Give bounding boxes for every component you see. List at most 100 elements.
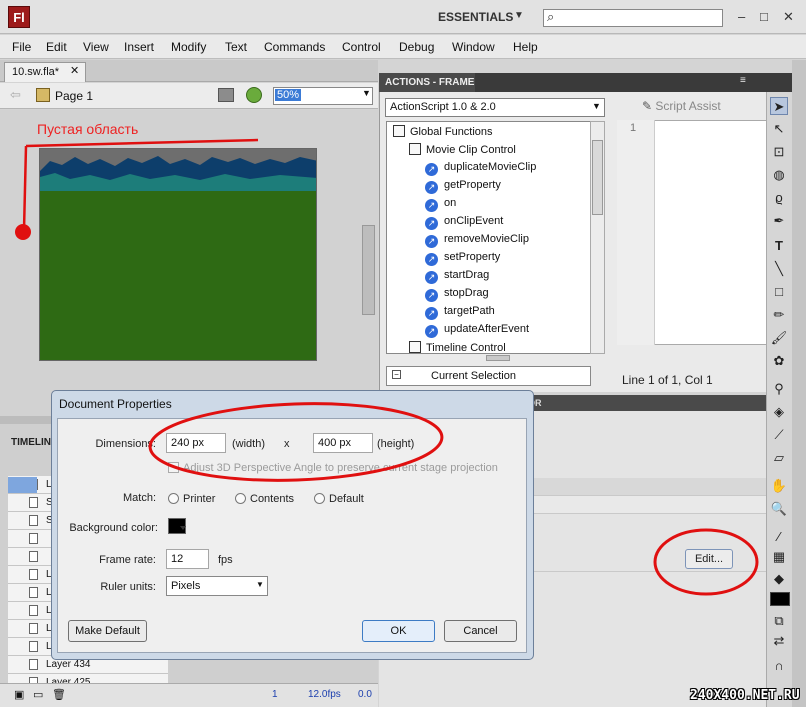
brush-tool-icon[interactable]: 🖌 xyxy=(770,329,788,347)
script-assist-toggle[interactable]: ✎ Script Assist xyxy=(642,99,721,113)
menu-bar: File Edit View Insert Modify Text Comman… xyxy=(0,35,806,59)
chevron-down-icon[interactable]: ▼ xyxy=(592,101,601,111)
back-arrow-icon[interactable]: ⇦ xyxy=(10,87,21,103)
width-input[interactable]: 240 px xyxy=(166,433,226,453)
selection-tool-icon[interactable]: ➤ xyxy=(770,97,788,115)
maximize-button[interactable]: □ xyxy=(760,9,768,24)
tree-item-current-selection[interactable]: − Current Selection xyxy=(386,366,591,386)
tree-item-function[interactable]: ↗ setProperty xyxy=(425,251,500,266)
deco-tool-icon[interactable]: ✿ xyxy=(770,352,788,370)
default-colors-icon[interactable]: ⇄ xyxy=(770,632,788,650)
actionscript-version-select[interactable]: ActionScript 1.0 & 2.0 xyxy=(385,98,605,117)
chevron-down-icon[interactable] xyxy=(180,526,186,530)
bone-tool-icon[interactable]: ⚲ xyxy=(770,380,788,398)
splitter-handle[interactable] xyxy=(486,355,510,361)
menu-modify[interactable]: Modify xyxy=(171,40,206,54)
function-icon: ↗ xyxy=(425,307,438,320)
tree-item-function[interactable]: ↗ startDrag xyxy=(425,269,489,284)
panel-menu-icon[interactable]: ≡ xyxy=(740,75,746,86)
fill-swatch[interactable] xyxy=(770,592,790,606)
edit-scene-icon[interactable] xyxy=(218,88,234,102)
stroke-color-icon[interactable]: ∕ xyxy=(770,528,788,546)
tree-item-movie-clip-control[interactable]: Movie Clip Control xyxy=(409,143,516,156)
zoom-tool-icon[interactable]: 🔍 xyxy=(770,500,788,518)
book-icon xyxy=(409,341,421,353)
pen-tool-icon[interactable]: ✒ xyxy=(770,212,788,230)
subselection-tool-icon[interactable]: ↖ xyxy=(770,120,788,138)
tree-item-function[interactable]: ↗ on xyxy=(425,197,456,212)
frame-rate-input[interactable]: 12 xyxy=(166,549,209,569)
3d-rotation-tool-icon[interactable]: ◍ xyxy=(770,166,788,184)
background-color-label: Background color: xyxy=(69,522,158,534)
search-input[interactable]: ⌕ xyxy=(543,9,723,27)
collapse-icon[interactable]: − xyxy=(392,370,401,379)
frame-rate-label: Frame rate: xyxy=(99,554,156,566)
stroke-swatch-icon[interactable]: ▦ xyxy=(770,548,788,566)
edit-symbols-icon[interactable] xyxy=(246,87,262,103)
edit-document-properties-button[interactable]: Edit... xyxy=(685,549,733,569)
dialog-content xyxy=(57,418,527,653)
eyedropper-tool-icon[interactable]: ⟋ xyxy=(770,426,788,444)
cancel-button[interactable]: Cancel xyxy=(444,620,517,642)
tree-item-function[interactable]: ↗ updateAfterEvent xyxy=(425,323,529,338)
chevron-down-icon[interactable]: ▼ xyxy=(256,580,264,589)
dialog-title: Document Properties xyxy=(59,397,172,411)
stage-scrollbar[interactable] xyxy=(362,225,375,315)
minimize-button[interactable]: – xyxy=(738,9,745,24)
eraser-tool-icon[interactable]: ▱ xyxy=(770,449,788,467)
ok-button[interactable]: OK xyxy=(362,620,435,642)
rectangle-tool-icon[interactable]: □ xyxy=(770,283,788,301)
frame-rate-readout[interactable]: 12.0fps xyxy=(308,689,341,700)
tree-scrollbar-thumb[interactable] xyxy=(592,140,603,215)
hand-tool-icon[interactable]: ✋ xyxy=(770,477,788,495)
match-contents-radio[interactable] xyxy=(235,493,246,504)
menu-window[interactable]: Window xyxy=(452,40,495,54)
tree-item-function[interactable]: ↗ stopDrag xyxy=(425,287,489,302)
actions-panel-tab[interactable]: ACTIONS - FRAME xyxy=(379,73,475,92)
menu-control[interactable]: Control xyxy=(342,40,381,54)
menu-text[interactable]: Text xyxy=(225,40,247,54)
book-icon xyxy=(393,125,405,137)
tree-item-global-functions[interactable]: Global Functions xyxy=(393,125,493,138)
make-default-button[interactable]: Make Default xyxy=(68,620,147,642)
match-printer-radio[interactable] xyxy=(168,493,179,504)
text-tool-icon[interactable]: T xyxy=(770,237,788,255)
match-default-radio[interactable] xyxy=(314,493,325,504)
height-input[interactable]: 400 px xyxy=(313,433,373,453)
tree-item-function[interactable]: ↗ removeMovieClip xyxy=(425,233,529,248)
chevron-down-icon[interactable]: ▼ xyxy=(362,88,371,98)
menu-commands[interactable]: Commands xyxy=(264,40,325,54)
menu-insert[interactable]: Insert xyxy=(124,40,154,54)
menu-edit[interactable]: Edit xyxy=(46,40,67,54)
menu-file[interactable]: File xyxy=(12,40,31,54)
tree-item-function[interactable]: ↗ onClipEvent xyxy=(425,215,503,230)
free-transform-tool-icon[interactable]: ⊡ xyxy=(770,143,788,161)
new-layer-icon[interactable]: ▣ xyxy=(14,688,24,701)
tree-item-timeline-control[interactable]: Timeline Control xyxy=(409,341,506,353)
ruler-units-select[interactable]: Pixels xyxy=(166,576,268,596)
tree-item-function[interactable]: ↗ getProperty xyxy=(425,179,501,194)
line-tool-icon[interactable]: ╲ xyxy=(770,260,788,278)
menu-debug[interactable]: Debug xyxy=(399,40,434,54)
timeline-tab[interactable]: TIMELIN xyxy=(11,437,51,448)
workspace-switcher[interactable]: ESSENTIALS xyxy=(438,10,513,24)
new-folder-icon[interactable]: ▭ xyxy=(33,688,43,701)
close-tab-icon[interactable]: ✕ xyxy=(70,64,79,77)
adjust-3d-checkbox[interactable] xyxy=(168,462,179,473)
snap-magnet-icon[interactable]: ∩ xyxy=(770,657,788,675)
paint-bucket-tool-icon[interactable]: ◈ xyxy=(770,403,788,421)
pencil-tool-icon[interactable]: ✏ xyxy=(770,306,788,324)
stage[interactable] xyxy=(39,148,317,361)
close-button[interactable]: ✕ xyxy=(783,9,794,25)
swap-colors-icon[interactable]: ⧉ xyxy=(770,612,788,630)
delete-layer-icon[interactable]: 🗑 xyxy=(52,688,66,701)
zoom-input[interactable]: 50% xyxy=(273,87,373,105)
tree-item-function[interactable]: ↗ duplicateMovieClip xyxy=(425,161,536,176)
chevron-down-icon[interactable]: ▼ xyxy=(514,10,524,21)
tree-item-function[interactable]: ↗ targetPath xyxy=(425,305,495,320)
menu-help[interactable]: Help xyxy=(513,40,538,54)
menu-view[interactable]: View xyxy=(83,40,109,54)
fill-color-icon[interactable]: ◆ xyxy=(770,570,788,588)
lasso-tool-icon[interactable]: ϱ xyxy=(770,189,788,207)
height-caption: (height) xyxy=(377,438,415,450)
